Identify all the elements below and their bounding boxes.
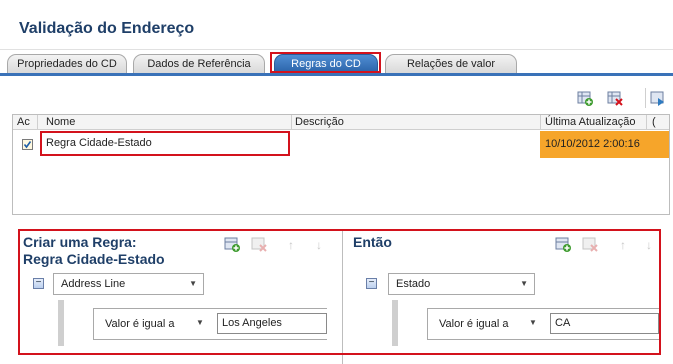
title-divider	[0, 49, 673, 50]
column-separator	[646, 115, 647, 129]
tab-dados-de-referencia[interactable]: Dados de Referência	[133, 54, 265, 73]
column-header-nome[interactable]: Nome	[46, 115, 75, 129]
column-header-partial: (	[652, 116, 656, 128]
column-separator	[540, 115, 541, 129]
tab-highlight-frame	[270, 52, 381, 73]
toolbar-separator	[645, 88, 646, 108]
last-updated-cell: 10/10/2012 2:00:16	[540, 131, 646, 158]
tab-relacoes-de-valor[interactable]: Relações de valor	[385, 54, 517, 73]
panel-highlight-frame	[18, 229, 661, 355]
add-rule-icon[interactable]	[577, 90, 593, 106]
column-header-ac[interactable]: Ac	[17, 115, 30, 129]
run-rule-icon[interactable]	[650, 90, 666, 106]
active-checkbox[interactable]	[22, 139, 33, 150]
column-separator	[291, 115, 292, 129]
column-separator	[37, 115, 38, 129]
column-header-ultima-atualizacao[interactable]: Última Atualização	[545, 115, 636, 129]
page-title: Validação do Endereço	[19, 20, 195, 37]
row-trailing-cell	[646, 131, 669, 158]
rule-name-cell[interactable]: Regra Cidade-Estado	[40, 131, 290, 156]
delete-rule-icon[interactable]	[607, 90, 623, 106]
column-header-descricao[interactable]: Descrição	[295, 115, 344, 129]
tab-propriedades-do-cd[interactable]: Propriedades do CD	[7, 54, 127, 73]
tabs-underline	[0, 73, 673, 76]
